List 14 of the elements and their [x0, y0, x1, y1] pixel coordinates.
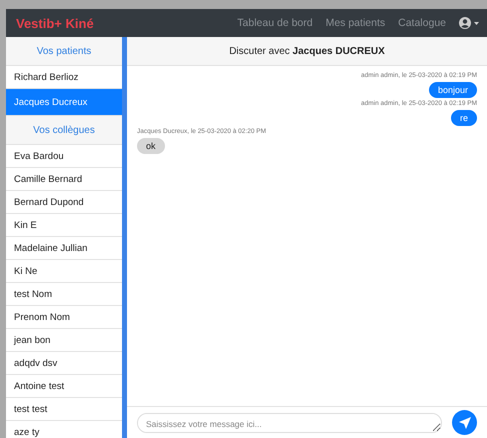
nav-link[interactable]: Tableau de bord: [237, 17, 313, 29]
send-button[interactable]: [452, 410, 477, 435]
message-input[interactable]: Saississez votre message ici...: [137, 412, 442, 432]
nav-link[interactable]: Catalogue: [398, 17, 446, 29]
message-bubble: bonjour: [428, 82, 477, 98]
contact-item[interactable]: Jacques Ducreux: [6, 89, 122, 116]
message-bubble: ok: [137, 138, 165, 154]
send-icon: [458, 416, 472, 430]
section-header: Vos patients: [6, 37, 122, 66]
user-icon: [459, 17, 481, 29]
chat-title: Discuter avec Jacques DUCREUX: [229, 46, 385, 56]
section-header: Vos collègues: [6, 116, 122, 145]
nav-link[interactable]: Mes patients: [326, 17, 386, 29]
message-bubble: re: [450, 110, 477, 126]
